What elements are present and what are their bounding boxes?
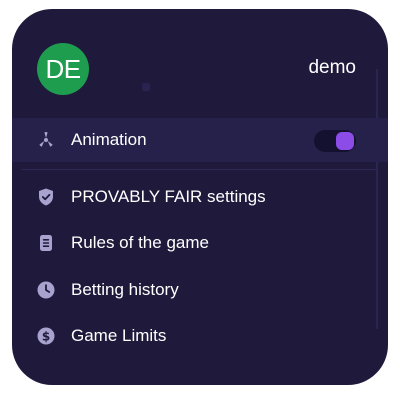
- document-icon: [36, 233, 56, 253]
- avatar-initials: DE: [45, 53, 81, 84]
- username: demo: [308, 57, 356, 78]
- avatar[interactable]: DE: [37, 43, 89, 95]
- menu-item-rules[interactable]: Rules of the game: [12, 221, 388, 265]
- menu-item-label: Betting history: [71, 280, 179, 299]
- menu-item-game-limits[interactable]: $ Game Limits: [12, 314, 388, 358]
- toggle-knob: [336, 132, 354, 150]
- menu-item-label: Rules of the game: [71, 233, 209, 252]
- menu-item-label: PROVABLY FAIR settings: [71, 187, 266, 206]
- svg-text:$: $: [42, 329, 50, 343]
- fan-icon: [36, 130, 56, 150]
- divider: [22, 169, 378, 170]
- animation-toggle[interactable]: [314, 130, 356, 152]
- menu-item-label: Game Limits: [71, 326, 167, 345]
- menu-item-animation[interactable]: Animation: [12, 118, 388, 162]
- menu-item-provably-fair[interactable]: PROVABLY FAIR settings: [12, 175, 388, 219]
- decorative-dot: [142, 83, 150, 91]
- dollar-icon: $: [36, 326, 56, 346]
- clock-icon: [36, 280, 56, 300]
- shield-icon: [36, 187, 56, 207]
- menu-item-betting-history[interactable]: Betting history: [12, 268, 388, 312]
- settings-menu-panel: DE demo Animation PROVABLY FAIR settings…: [12, 9, 388, 385]
- menu-item-label: Animation: [71, 130, 147, 149]
